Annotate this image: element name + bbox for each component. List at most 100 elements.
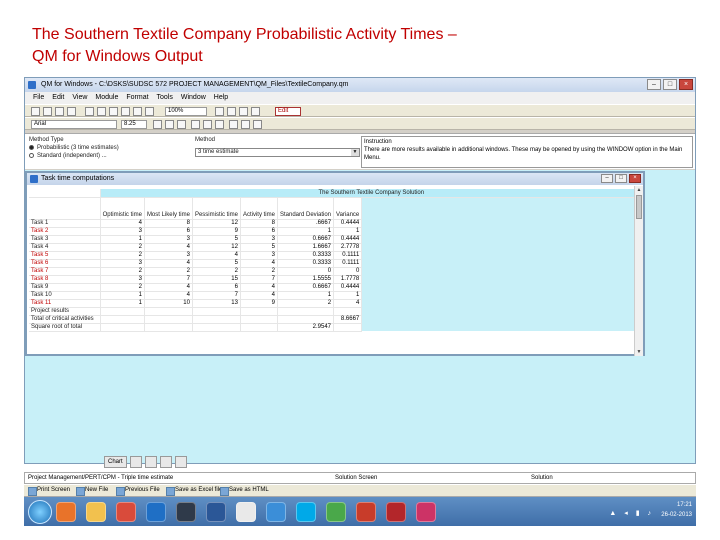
table-cell[interactable] [100,307,145,316]
table-cell[interactable]: 12 [192,243,241,252]
menu-window[interactable]: Window [181,92,206,104]
table-cell[interactable]: 1 [100,299,145,308]
table-cell[interactable]: 0.6667 [277,283,335,292]
close-button[interactable]: × [679,79,693,90]
table-cell[interactable]: 4 [144,283,193,292]
table-cell[interactable]: 1.7778 [333,275,363,284]
fill-color-icon[interactable] [253,120,262,129]
table-cell[interactable]: 7 [192,291,241,300]
table-cell[interactable]: 13 [192,299,241,308]
table-cell[interactable]: 1.5555 [277,275,335,284]
table-cell[interactable]: 2 [100,267,145,276]
table-cell[interactable]: 4 [240,291,278,300]
network-icon[interactable] [266,502,286,522]
table-cell[interactable]: 2 [240,267,278,276]
row-label[interactable]: Project results [29,307,101,316]
scroll-thumb[interactable] [636,195,642,219]
media-player-icon[interactable] [116,502,136,522]
maximize-button[interactable]: □ [663,79,677,90]
internet-explorer-icon[interactable] [146,502,166,522]
table-cell[interactable]: 4 [240,283,278,292]
table-cell[interactable]: 2.7778 [333,243,363,252]
menu-format[interactable]: Format [126,92,148,104]
row-label[interactable]: Total of critical activities [29,315,101,324]
inner-close-button[interactable]: × [629,174,641,183]
table-cell[interactable] [333,307,363,316]
table-cell[interactable] [144,315,193,324]
open-file-icon[interactable] [43,107,52,116]
minimize-button[interactable]: – [647,79,661,90]
acrobat-icon[interactable] [386,502,406,522]
table-cell[interactable] [333,323,363,332]
menu-edit[interactable]: Edit [52,92,64,104]
grid-icon[interactable] [109,107,118,116]
table-cell[interactable]: 6 [240,227,278,236]
inner-titlebar[interactable]: Task time computations – □ × [27,173,643,185]
table-cell[interactable]: 3 [100,227,145,236]
menu-file[interactable]: File [33,92,44,104]
table-cell[interactable]: 0.3333 [277,259,335,268]
table-cell[interactable]: .6667 [277,219,335,228]
row-label[interactable]: Task 10 [29,291,101,300]
paste-icon[interactable] [97,107,106,116]
vertical-scrollbar[interactable]: ▲ ▼ [634,186,643,356]
bold-icon[interactable] [153,120,162,129]
table-cell[interactable] [192,307,241,316]
table-cell[interactable]: 0.1111 [333,259,363,268]
table-cell[interactable]: 6 [192,283,241,292]
table-cell[interactable] [192,323,241,332]
radio-standard[interactable]: Standard (independent) ... [29,152,119,160]
menu-view[interactable]: View [72,92,87,104]
print-screen-button[interactable]: Print Screen [28,485,70,496]
copy-icon[interactable] [85,107,94,116]
menu-module[interactable]: Module [95,92,118,104]
table-cell[interactable] [100,315,145,324]
table-cell[interactable]: 8 [240,219,278,228]
table-cell[interactable]: 5 [192,259,241,268]
scroll-down-icon[interactable]: ▼ [635,348,643,356]
row-label[interactable]: Task 11 [29,299,101,308]
table-cell[interactable]: 0.4444 [333,219,363,228]
table-cell[interactable]: 2 [100,243,145,252]
table-cell[interactable]: 2 [100,283,145,292]
previous-file-button[interactable]: Previous File [116,485,160,496]
table-cell[interactable]: 2 [192,267,241,276]
table-cell[interactable]: 4 [100,219,145,228]
edit-button[interactable]: Edit [275,107,301,116]
row-label[interactable]: Task 1 [29,219,101,228]
table-cell[interactable]: 8 [144,219,193,228]
table-cell[interactable] [240,307,278,316]
inner-maximize-button[interactable]: □ [615,174,627,183]
table-cell[interactable]: 3 [240,251,278,260]
table-cell[interactable]: 9 [192,227,241,236]
table-cell[interactable]: 5 [240,243,278,252]
scroll-up-icon[interactable]: ▲ [635,186,643,194]
skype-icon[interactable] [296,502,316,522]
font-color-icon[interactable] [241,120,250,129]
method-dropdown[interactable]: 3 time estimate ▼ [195,148,360,157]
table-cell[interactable]: 0.6667 [277,235,335,244]
table-cell[interactable]: 2 [100,251,145,260]
table-cell[interactable] [192,315,241,324]
table-cell[interactable] [240,323,278,332]
save-excel-button[interactable]: Save as Excel file [166,485,222,496]
align-right-icon[interactable] [215,120,224,129]
table-cell[interactable]: 3 [100,259,145,268]
powerpoint-icon[interactable] [356,502,376,522]
align-left-icon[interactable] [191,120,200,129]
save-icon[interactable] [55,107,64,116]
tray-icons[interactable]: ▲ ◂ ▮ ♪ [609,509,654,517]
window-icon[interactable] [251,107,260,116]
row-label[interactable]: Task 8 [29,275,101,284]
table-cell[interactable] [277,307,335,316]
table-cell[interactable]: 4 [240,259,278,268]
align-center-icon[interactable] [203,120,212,129]
inner-minimize-button[interactable]: – [601,174,613,183]
row-label[interactable]: Task 2 [29,227,101,236]
row-label[interactable]: Task 5 [29,251,101,260]
table-cell[interactable]: 2 [144,267,193,276]
table-cell[interactable]: 7 [144,275,193,284]
firefox-icon[interactable] [56,502,76,522]
table-cell[interactable]: 10 [144,299,193,308]
table-cell[interactable]: 0.1111 [333,251,363,260]
